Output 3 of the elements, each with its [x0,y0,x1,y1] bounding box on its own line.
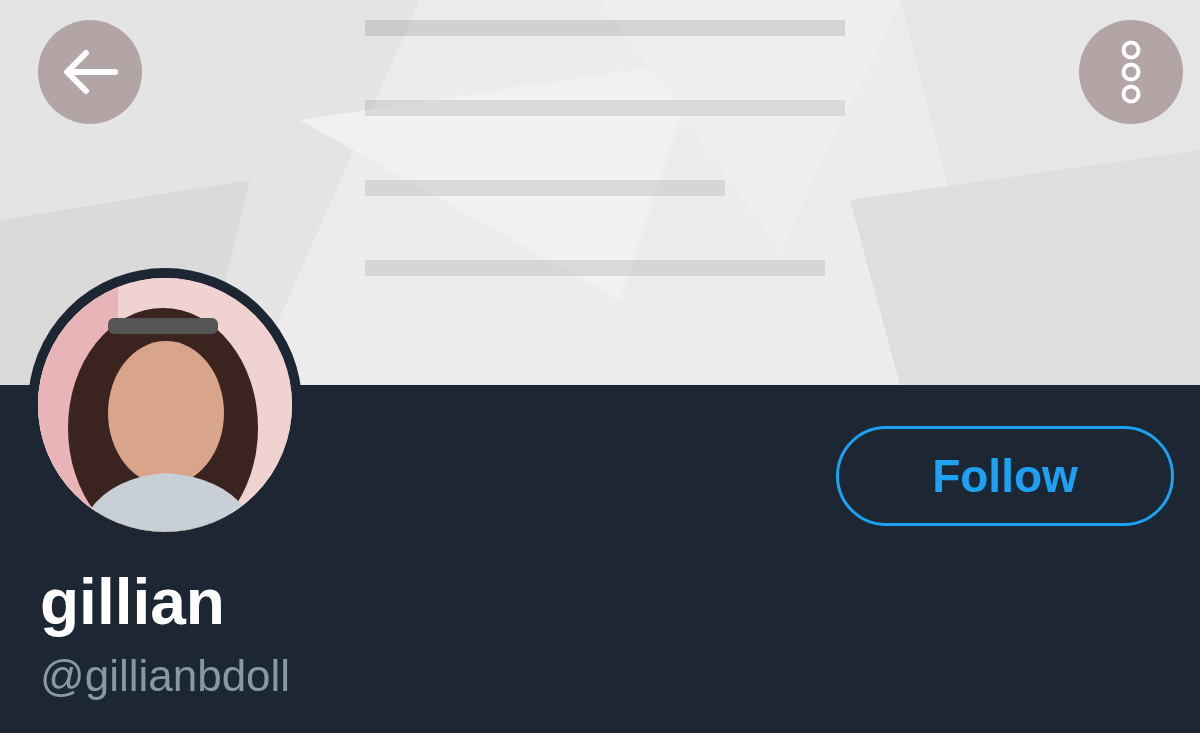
follow-button[interactable]: Follow [836,426,1174,526]
profile-name: gillian [40,565,225,640]
profile-handle: @gillianbdoll [40,650,291,702]
